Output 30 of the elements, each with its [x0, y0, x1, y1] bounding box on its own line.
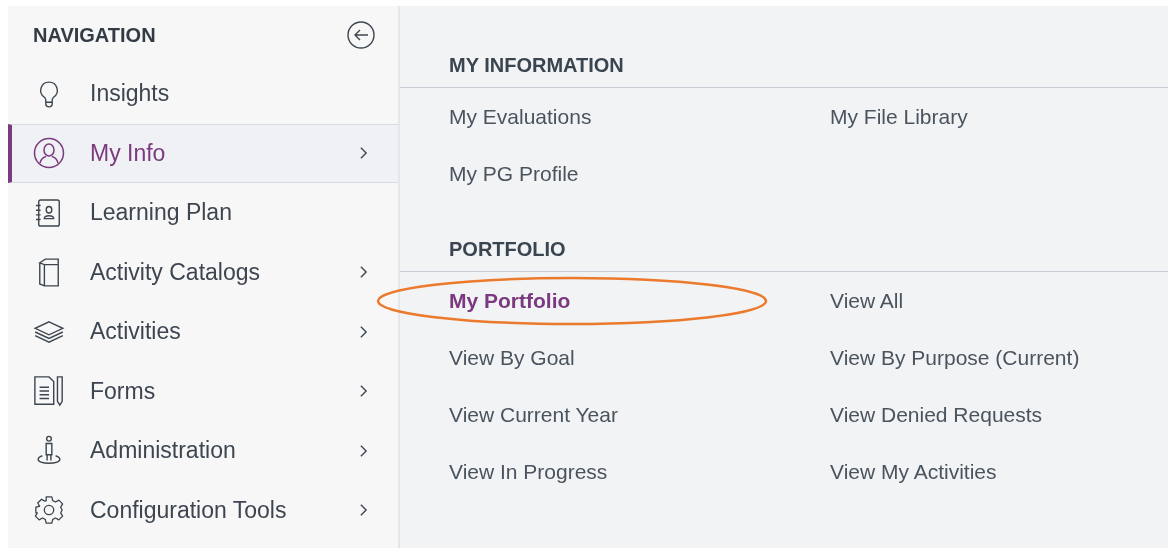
book-icon: [37, 257, 61, 288]
layers-icon: [33, 319, 65, 344]
nav-item[interactable]: My Info: [8, 123, 398, 183]
menu-link[interactable]: View In Progress: [449, 459, 608, 484]
nav-item[interactable]: Forms: [8, 361, 398, 421]
menu-link[interactable]: My File Library: [830, 104, 968, 129]
menu-link[interactable]: View My Activities: [830, 459, 997, 484]
nav-item[interactable]: Administration: [8, 421, 398, 481]
menu-link[interactable]: My Portfolio: [449, 288, 571, 313]
menu-link[interactable]: My Evaluations: [449, 104, 592, 129]
menu-link[interactable]: View By Goal: [449, 345, 575, 370]
user-icon: [33, 137, 65, 170]
menu-link[interactable]: View Current Year: [449, 402, 618, 427]
section-heading: PORTFOLIO: [400, 232, 1168, 272]
collapse-icon[interactable]: [347, 21, 375, 49]
nav-item[interactable]: Configuration Tools: [8, 480, 398, 540]
navigation-title: NAVIGATION: [33, 23, 156, 47]
menu-link[interactable]: My PG Profile: [449, 161, 579, 186]
settings-icon: [34, 495, 64, 526]
section-heading: MY INFORMATION: [400, 48, 1168, 88]
form-pencil-icon: [33, 375, 65, 408]
menu-link[interactable]: View Denied Requests: [830, 402, 1043, 427]
contact-book-icon: [35, 197, 63, 228]
lightbulb-icon: [38, 79, 60, 108]
nav-item[interactable]: Learning Plan: [8, 183, 398, 243]
nav-item[interactable]: Activity Catalogs: [8, 242, 398, 302]
menu-link[interactable]: View All: [830, 288, 904, 313]
menu-link[interactable]: View By Purpose (Current): [830, 345, 1080, 370]
nav-item[interactable]: Activities: [8, 302, 398, 362]
nav-item[interactable]: Insights: [8, 64, 398, 124]
